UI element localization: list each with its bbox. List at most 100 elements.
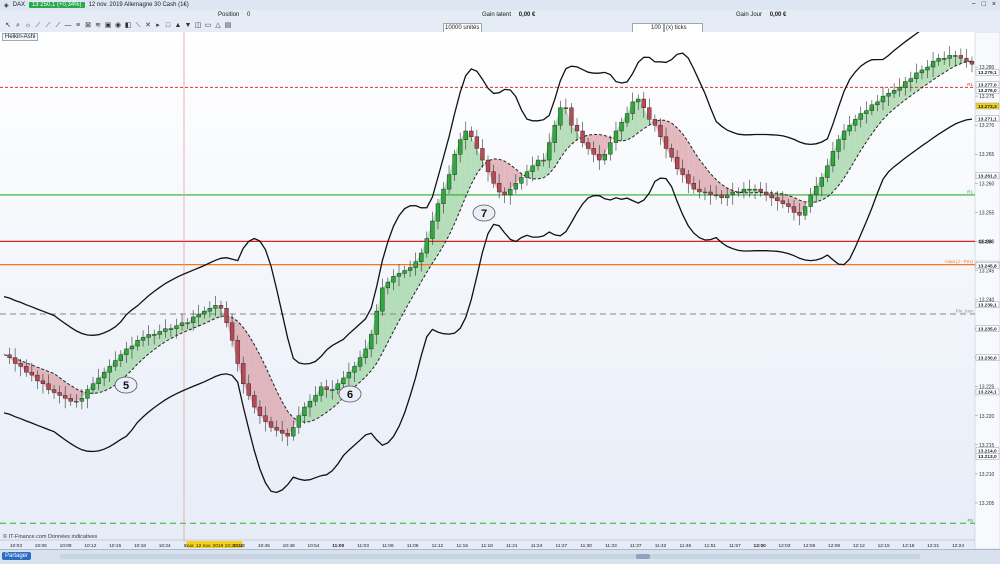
toolbar-tool-icon[interactable]: ◧ (124, 22, 132, 30)
candle-body (202, 310, 207, 315)
minimize-button[interactable]: − (972, 1, 976, 8)
candle-body (535, 159, 541, 167)
horizontal-scrollbar[interactable] (60, 554, 920, 559)
candle-body (741, 188, 747, 193)
price-chart[interactable]: 13.28013.27513.27013.26513.26013.25513.2… (0, 2, 1000, 550)
toolbar-tool-icon[interactable]: — (64, 22, 72, 30)
annotation-label: 6 (347, 389, 353, 401)
window-icon: ◈ (4, 2, 9, 9)
toolbar-tool-icon[interactable]: ✕ (144, 22, 152, 30)
toolbar-tool-icon[interactable]: ⟋ (44, 22, 52, 30)
toolbar-tool-icon[interactable]: ▣ (104, 22, 112, 30)
candle-body (958, 55, 964, 59)
toolbar-tool-icon[interactable]: ☼ (24, 22, 32, 30)
candle-body (702, 191, 708, 194)
candle-body (318, 386, 324, 396)
toolbar-tool-icon[interactable]: ⟋ (54, 22, 62, 30)
candle-body (458, 139, 463, 155)
candle-body (508, 188, 513, 196)
candle-body (252, 395, 257, 408)
toolbar-tool-icon[interactable]: ≋ (94, 22, 102, 30)
toolbar-tool-icon[interactable]: ▤ (224, 22, 232, 30)
candle-body (152, 334, 157, 336)
scrollbar-thumb[interactable] (636, 554, 650, 559)
candle-body (402, 270, 407, 274)
candle-body (858, 113, 863, 120)
candle-body (391, 276, 396, 283)
candle-body (213, 305, 218, 309)
toolbar-tool-icon[interactable]: ⟋ (34, 22, 42, 30)
candle-body (647, 107, 652, 120)
candle-body (708, 191, 713, 196)
share-button[interactable]: Partager (2, 552, 32, 560)
candle-body (101, 371, 107, 379)
price-box-label: 13.239,1 (978, 303, 997, 309)
candle-body (179, 322, 185, 326)
candle-body (496, 183, 502, 193)
candle-body (229, 322, 235, 341)
candle-body (624, 113, 630, 123)
toolbar-tool-icon[interactable]: ▸ (154, 22, 162, 30)
candle-body (675, 156, 680, 169)
y-tick-label: 13.265 (979, 152, 995, 158)
toolbar-tool-icon[interactable]: ⟍ (134, 22, 142, 30)
toolbar-tool-icon[interactable]: ▭ (204, 22, 212, 30)
candle-body (446, 174, 452, 190)
toolbar-tool-icon[interactable]: ▼ (184, 22, 192, 30)
candle-body (12, 357, 18, 364)
toolbar-tool-icon[interactable]: ◫ (194, 22, 202, 30)
candle-body (107, 366, 112, 373)
toolbar-tool-icon[interactable]: △ (214, 22, 222, 30)
candle-body (474, 136, 480, 149)
instrument-label[interactable]: DAX (13, 2, 25, 8)
gain-jour: Gain Jour 0,00 € (736, 12, 786, 18)
candle-body (797, 212, 802, 216)
candle-body (469, 130, 474, 138)
candle-body (919, 69, 925, 74)
toolbar-tool-icon[interactable]: ↖ (4, 22, 12, 30)
toolbar-tool-icon[interactable]: ◉ (114, 22, 122, 30)
candle-body (513, 183, 518, 190)
candle-body (864, 110, 869, 114)
candle-body (569, 107, 574, 126)
indicator-tab[interactable]: Heikin-Ashi (2, 33, 39, 41)
price-box-label: 13.213,0 (978, 454, 997, 460)
candle-body (140, 337, 146, 341)
price-box-label: 13.250 (978, 239, 993, 245)
candle-body (930, 61, 936, 68)
price-box-label: 13.276,0 (978, 88, 997, 94)
candle-body (96, 377, 101, 384)
price-box-label: 13.261,3 (978, 174, 997, 180)
candle-body (686, 174, 691, 184)
status-bar: Partager (0, 549, 1000, 564)
gain-latent: Gain latent 0,00 € (482, 12, 535, 18)
candle-body (57, 392, 62, 396)
candle-body (736, 191, 741, 194)
candle-body (385, 281, 391, 289)
y-tick-label: 13.260 (979, 181, 995, 187)
maximize-button[interactable]: □ (982, 1, 986, 8)
candle-body (174, 325, 179, 329)
gain-jour-value: 0,00 € (769, 12, 787, 18)
toolbar-tool-icon[interactable]: ≡ (74, 22, 82, 30)
toolbar-tool-icon[interactable]: ⊠ (84, 22, 92, 30)
candle-body (808, 194, 813, 207)
close-button[interactable]: × (992, 1, 996, 8)
chart-area[interactable]: 13.280 13.275 13.270 13.265 13.260 13.255 13.2… (0, 2, 1000, 550)
candle-body (658, 124, 663, 137)
toolbar-tool-icon[interactable]: ▲ (174, 22, 182, 30)
candle-body (953, 55, 958, 57)
y-tick-label: 13.205 (979, 501, 995, 507)
candle-body (880, 95, 886, 103)
candle-body (891, 90, 897, 94)
toolbar-tool-icon[interactable]: ⌕ (14, 22, 22, 30)
price-box-label: 13.273,3 (978, 104, 997, 110)
candle-body (341, 377, 346, 384)
candle-body (40, 380, 46, 384)
candle-body (18, 363, 23, 367)
candle-body (7, 354, 12, 358)
candle-body (330, 389, 335, 391)
candle-body (819, 177, 824, 187)
candle-body (786, 203, 791, 207)
toolbar-tool-icon[interactable]: □ (164, 22, 172, 30)
